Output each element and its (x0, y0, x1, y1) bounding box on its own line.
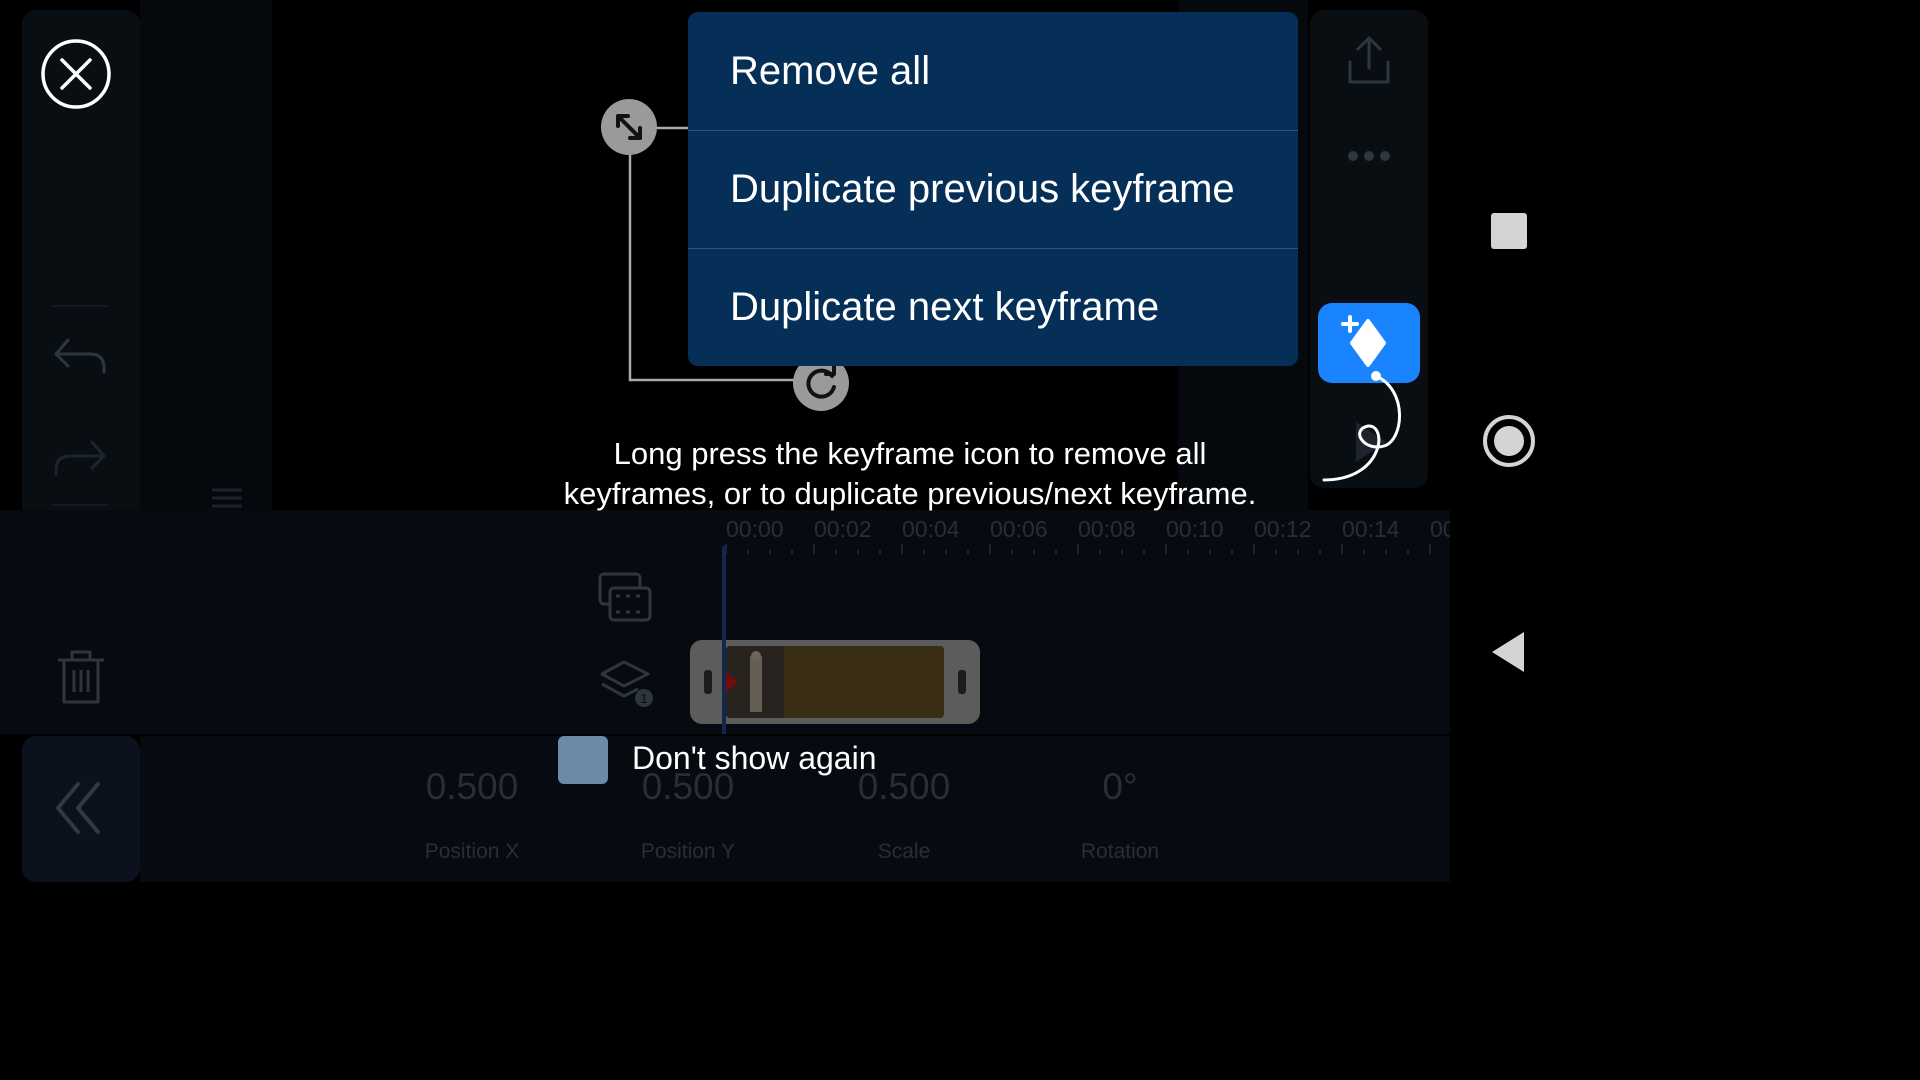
close-icon[interactable] (40, 38, 112, 110)
dont-show-again-label[interactable]: Don't show again (632, 740, 876, 777)
dont-show-again-checkbox[interactable] (558, 736, 608, 784)
tutorial-hint: Long press the keyframe icon to remove a… (460, 434, 1360, 514)
recents-icon[interactable] (1490, 212, 1528, 250)
home-icon[interactable] (1482, 414, 1536, 468)
menu-item-duplicate-next[interactable]: Duplicate next keyframe (688, 248, 1298, 366)
menu-item-remove-all[interactable]: Remove all (688, 12, 1298, 130)
back-icon[interactable] (1488, 630, 1528, 674)
keyframe-context-menu: Remove all Duplicate previous keyframe D… (688, 12, 1298, 366)
hint-line-2: keyframes, or to duplicate previous/next… (563, 476, 1257, 511)
system-navigation-bar (1450, 0, 1568, 882)
resize-handle-icon (601, 99, 657, 155)
menu-item-duplicate-previous[interactable]: Duplicate previous keyframe (688, 130, 1298, 248)
app-screen: 00:00 00:02 00:04 00:06 00:08 00:10 00:1… (0, 0, 1568, 882)
hint-line-1: Long press the keyframe icon to remove a… (613, 436, 1207, 471)
